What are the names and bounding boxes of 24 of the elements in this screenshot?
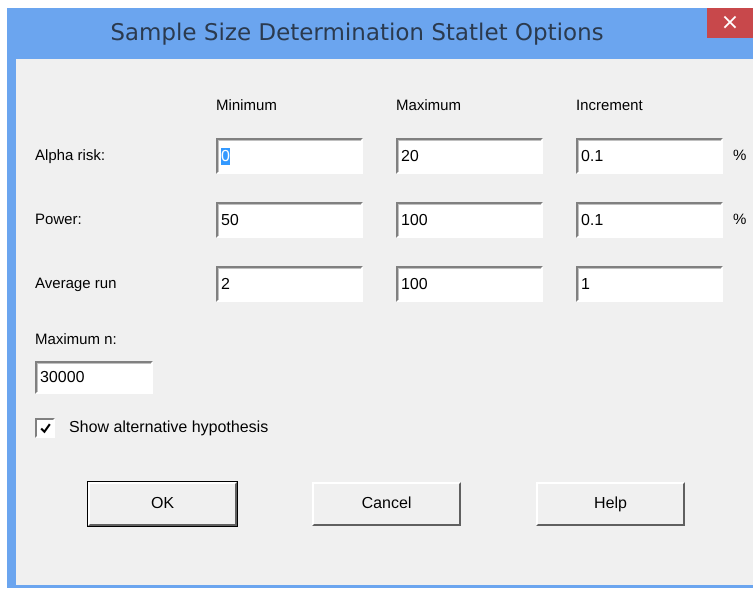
checkbox-label: Show alternative hypothesis <box>69 419 268 437</box>
dialog-button[interactable]: Cancel <box>312 482 461 526</box>
input-field[interactable]: 2 <box>216 266 363 302</box>
field-label: Power: <box>35 210 83 230</box>
dialog-button[interactable]: Help <box>536 482 685 526</box>
input-field[interactable]: 100 <box>396 266 543 302</box>
input-field[interactable]: 100 <box>396 202 543 238</box>
field-label: Alpha risk: <box>35 146 106 166</box>
close-button[interactable]: × <box>707 8 753 38</box>
dialog-button[interactable]: OK <box>88 482 237 526</box>
column-header: Maximum <box>396 96 462 116</box>
input-field[interactable]: 0.1 <box>576 138 723 174</box>
field-label: Maximum n: <box>35 330 118 350</box>
input-field[interactable]: 50 <box>216 202 363 238</box>
input-field[interactable]: 30000 <box>35 361 153 394</box>
input-field[interactable]: 1 <box>576 266 723 302</box>
window-title: Sample Size Determination Statlet Options <box>110 20 604 46</box>
check-icon <box>38 422 52 434</box>
column-header: Minimum <box>216 96 278 116</box>
field-label: Average run <box>35 274 118 294</box>
checkbox[interactable] <box>35 418 55 438</box>
input-field[interactable]: 0.1 <box>576 202 723 238</box>
input-field[interactable]: 20 <box>396 138 543 174</box>
column-header: Increment <box>576 96 644 116</box>
